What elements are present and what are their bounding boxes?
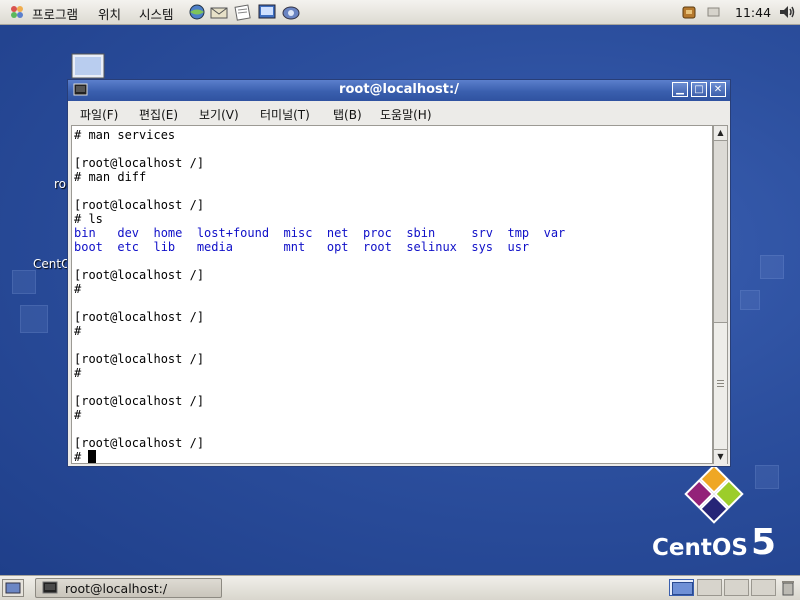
clock[interactable]: 11:44 [735,5,771,20]
applications-menu-icon[interactable] [8,3,26,21]
terminal-text: # man services [root@localhost /] # man … [74,128,566,464]
close-icon: ✕ [713,84,723,95]
web-browser-icon[interactable] [186,3,208,21]
terminal-window[interactable]: root@localhost:/ ▁ □ ✕ 파일(F) 편집(E) 보기(V)… [67,79,731,467]
workspace-4[interactable] [751,579,776,596]
scroll-up-arrow-icon[interactable]: ▲ [714,126,727,141]
menu-system[interactable]: 시스템 [139,4,174,23]
bottom-panel: root@localhost:/ [0,575,800,600]
menu-edit[interactable]: 편집(E) [139,106,178,123]
presentation-icon[interactable] [256,3,278,21]
terminal-history-after: [root@localhost /] # [root@localhost /] … [74,268,205,450]
close-button[interactable]: ✕ [710,82,726,97]
battery-icon[interactable] [706,3,722,21]
top-panel: 프로그램 위치 시스템 11:44 [0,0,800,25]
menu-file[interactable]: 파일(F) [80,106,118,123]
centos-logo-icon [677,457,751,531]
background-square [740,290,760,310]
taskbar-terminal-label: root@localhost:/ [65,581,168,596]
menu-applications[interactable]: 프로그램 [32,4,78,23]
maximize-button[interactable]: □ [691,82,707,97]
show-desktop-button[interactable] [2,579,24,597]
window-titlebar[interactable]: root@localhost:/ ▁ □ ✕ [68,80,730,101]
terminal-history: # man services [root@localhost /] # man … [74,128,205,226]
terminal-scrollbar[interactable]: ▲ ▼ [713,125,728,464]
volume-icon[interactable] [776,3,798,21]
background-square [20,305,48,333]
menu-tabs[interactable]: 탭(B) [333,106,362,123]
menu-terminal[interactable]: 터미널(T) [260,106,310,123]
computer-icon[interactable] [70,52,108,82]
taskbar-terminal-icon [42,581,58,598]
terminal-output[interactable]: # man services [root@localhost /] # man … [71,125,713,464]
ls-output-row-1: bin dev home lost+found misc net proc sb… [74,226,566,240]
desktop-icon-label-centos[interactable]: CentO [33,257,71,271]
ls-output-row-2: boot etc lib media mnt opt root selinux … [74,240,530,254]
text-cursor [88,450,97,463]
workspace-1[interactable] [669,579,694,596]
background-square [12,270,36,294]
desktop-icon-label-root[interactable]: ro [54,177,66,191]
workspace-3[interactable] [724,579,749,596]
screenshot-icon[interactable] [280,3,302,21]
minimize-icon: ▁ [676,84,684,95]
centos-brand: CentOS5 [652,522,777,563]
trash-icon[interactable] [780,579,796,600]
menu-places[interactable]: 위치 [98,4,121,23]
update-notifier-icon[interactable] [680,3,698,21]
brand-version: 5 [750,522,777,563]
scroll-down-arrow-icon[interactable]: ▼ [714,449,727,464]
terminal-prompt: # [74,450,89,464]
workspace-2[interactable] [697,579,722,596]
maximize-icon: □ [694,84,704,95]
taskbar-terminal-button[interactable]: root@localhost:/ [35,578,222,598]
show-desktop-icon [5,582,21,594]
menu-view[interactable]: 보기(V) [199,106,239,123]
menu-help[interactable]: 도움말(H) [380,106,432,123]
background-square [760,255,784,279]
terminal-menubar: 파일(F) 편집(E) 보기(V) 터미널(T) 탭(B) 도움말(H) [68,101,730,125]
mail-client-icon[interactable] [208,3,230,21]
text-editor-icon[interactable] [232,3,254,21]
background-square [755,465,779,489]
minimize-button[interactable]: ▁ [672,82,688,97]
window-title: root@localhost:/ [339,82,459,97]
brand-name: CentOS [652,535,748,561]
scrollbar-thumb[interactable] [714,322,727,450]
